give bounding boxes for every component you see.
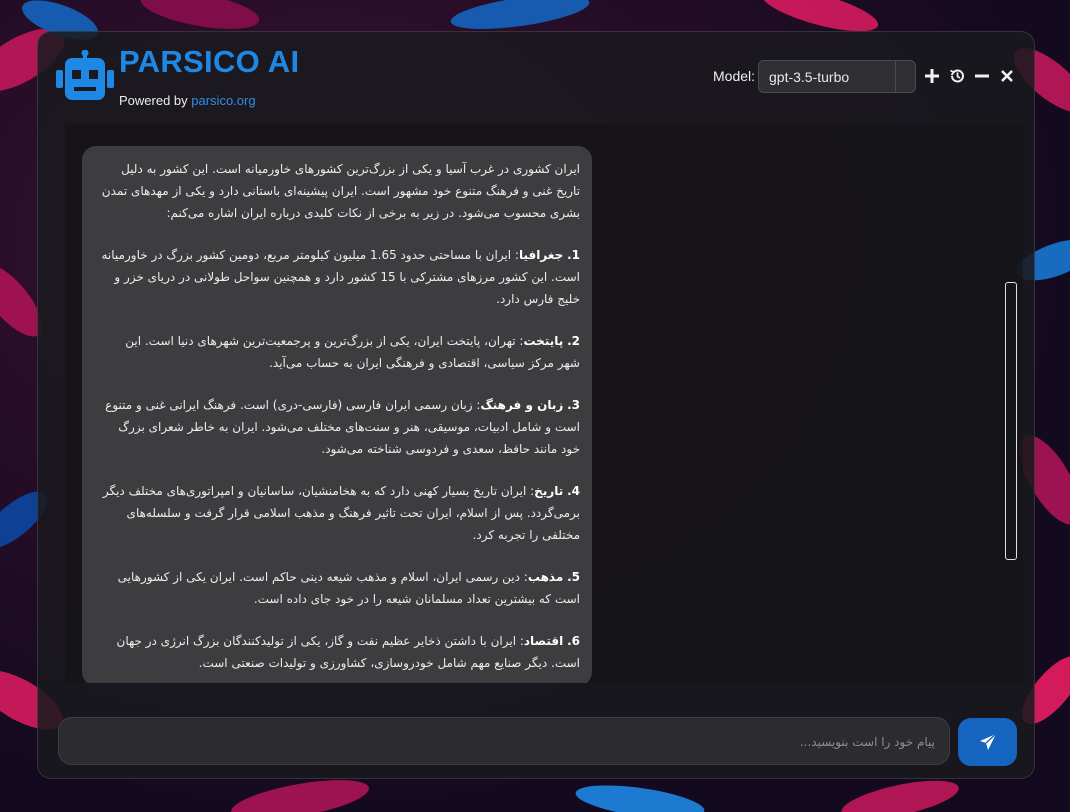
point-title: تاریخ xyxy=(534,484,564,498)
minimize-icon xyxy=(975,74,989,78)
close-icon xyxy=(1001,70,1013,82)
message-point-6: 6. اقتصاد: ایران با داشتن ذخایر عظیم نفت… xyxy=(100,630,581,674)
model-label: Model: xyxy=(713,68,756,84)
chat-window: PARSICO AI Powered by parsico.org Model:… xyxy=(37,31,1035,779)
powered-by-prefix: Powered by xyxy=(119,93,192,108)
point-number: 1. xyxy=(567,248,580,262)
history-icon xyxy=(950,69,964,83)
model-select-value: gpt-3.5-turbo xyxy=(769,69,850,85)
point-title: زبان و فرهنگ xyxy=(480,398,564,412)
message-point-5: 5. مذهب: دین رسمی ایران، اسلام و مذهب شی… xyxy=(100,566,580,610)
new-chat-button[interactable] xyxy=(921,65,943,87)
close-button[interactable] xyxy=(996,65,1018,87)
minimize-button[interactable] xyxy=(971,65,993,87)
chat-messages-area[interactable]: ایران کشوری در غرب آسیا و یکی از بزرگ‌تر… xyxy=(65,124,1023,683)
point-text: : تهران، پایتخت ایران، یکی از بزرگ‌ترین … xyxy=(125,334,580,370)
point-text: : ایران با داشتن ذخایر عظیم نفت و گاز، ی… xyxy=(116,634,581,670)
powered-by-text: Powered by parsico.org xyxy=(119,93,256,108)
point-number: 3. xyxy=(567,398,580,412)
message-point-4: 4. تاریخ: ایران تاریخ بسیار کهنی دارد که… xyxy=(100,480,580,546)
message-point-1: 1. جغرافیا: ایران با مساحتی حدود 1.65 می… xyxy=(100,244,581,310)
message-point-2: 2. پایتخت: تهران، پایتخت ایران، یکی از ب… xyxy=(100,330,580,374)
message-input[interactable] xyxy=(73,718,937,766)
plus-icon xyxy=(925,69,939,83)
point-text: : ایران با مساحتی حدود 1.65 میلیون کیلوم… xyxy=(101,248,581,306)
point-title: جغرافیا xyxy=(518,248,564,262)
brand-title: PARSICO AI xyxy=(119,44,300,79)
parsico-link[interactable]: parsico.org xyxy=(191,93,255,108)
history-button[interactable] xyxy=(946,65,968,87)
point-text: : دین رسمی ایران، اسلام و مذهب شیعه دینی… xyxy=(117,570,580,606)
point-number: 6. xyxy=(567,634,580,648)
point-title: مذهب xyxy=(527,570,564,584)
point-title: اقتصاد xyxy=(523,634,564,648)
send-icon xyxy=(979,733,996,750)
point-number: 5. xyxy=(567,570,580,584)
model-select[interactable]: gpt-3.5-turbo xyxy=(758,60,916,93)
point-number: 2. xyxy=(567,334,580,348)
scrollbar-thumb[interactable] xyxy=(1005,282,1017,560)
assistant-message-bubble: ایران کشوری در غرب آسیا و یکی از بزرگ‌تر… xyxy=(82,146,592,683)
point-number: 4. xyxy=(567,484,580,498)
point-text: : ایران تاریخ بسیار کهنی دارد که به هخام… xyxy=(102,484,580,542)
message-input-box[interactable] xyxy=(58,717,950,766)
message-intro: ایران کشوری در غرب آسیا و یکی از بزرگ‌تر… xyxy=(101,162,580,220)
point-title: پایتخت xyxy=(523,334,564,348)
message-point-3: 3. زبان و فرهنگ: زبان رسمی ایران فارسی (… xyxy=(100,394,580,460)
select-divider xyxy=(895,61,896,92)
send-button[interactable] xyxy=(958,718,1017,766)
robot-logo-icon xyxy=(56,49,114,104)
